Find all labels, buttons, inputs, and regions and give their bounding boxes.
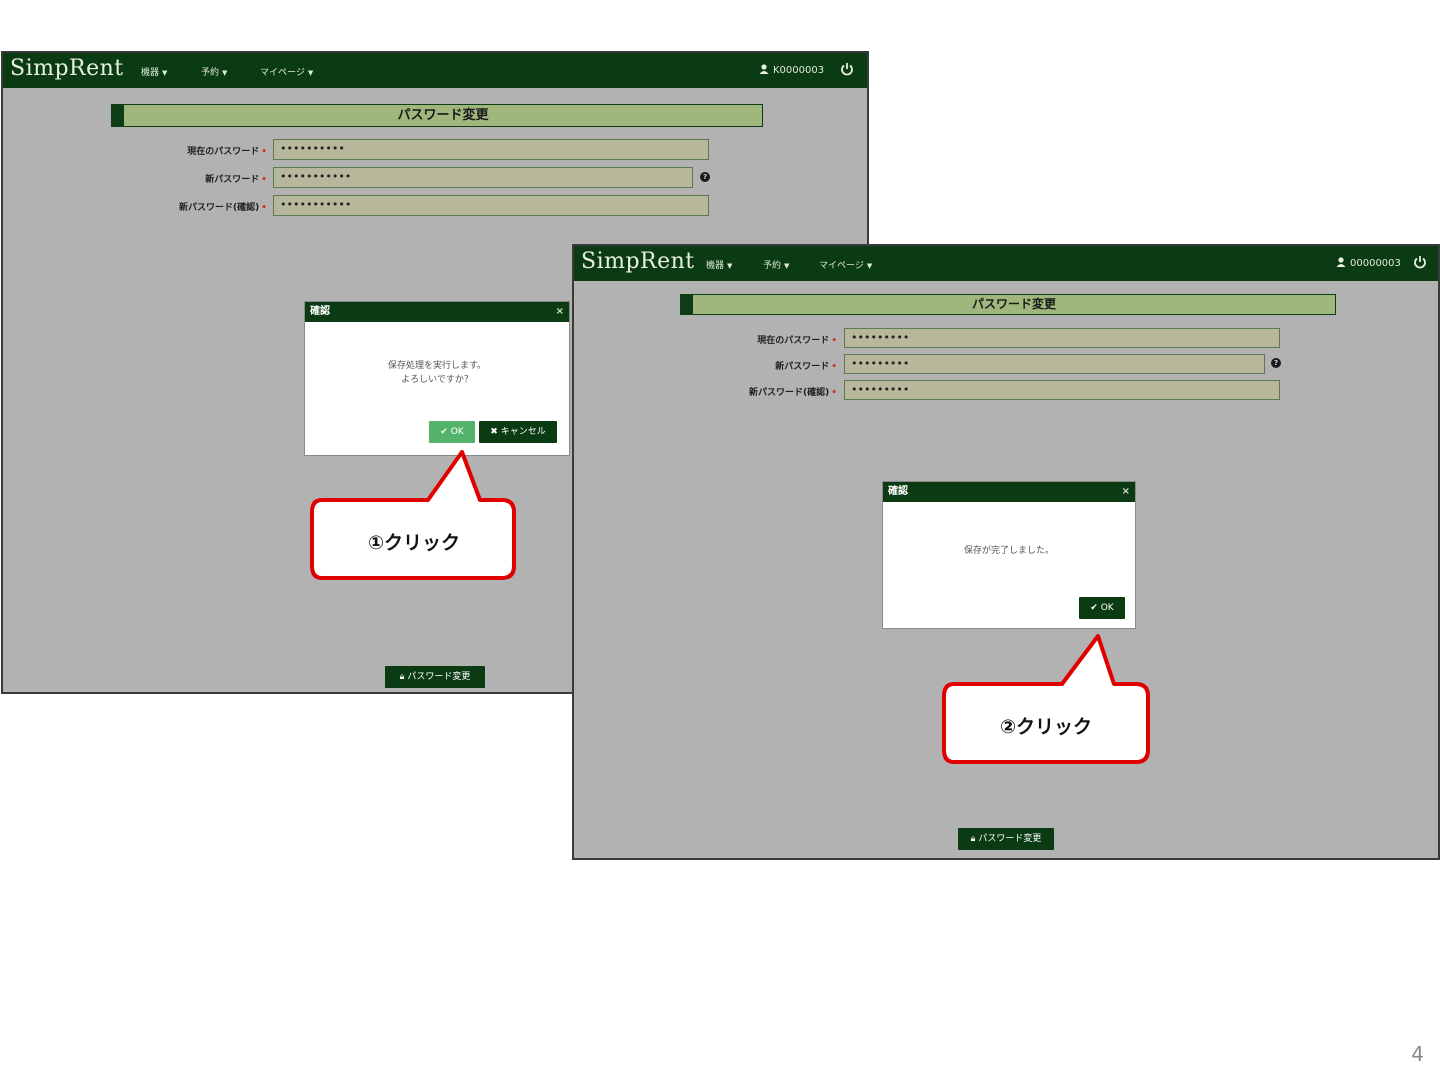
label-current-password: 現在のパスワード • xyxy=(187,147,267,157)
heading-marker xyxy=(681,295,693,314)
new-password-input[interactable]: ••••••••••• xyxy=(273,167,693,188)
brand-logo[interactable]: SimpRent xyxy=(10,56,124,81)
cancel-button[interactable]: ✖ キャンセル xyxy=(479,421,557,443)
check-icon: ✔ xyxy=(1090,603,1098,613)
change-password-button[interactable]: 🔒︎ パスワード変更 xyxy=(385,666,485,688)
label-current-password: 現在のパスワード • xyxy=(757,336,837,346)
navbar: SimpRent 機器 ▼ 予約 ▼ マイページ ▼ 00000003 xyxy=(574,246,1438,281)
dialog-header: 確認 × xyxy=(883,482,1135,502)
dialog-title: 確認 xyxy=(888,486,908,497)
power-icon[interactable] xyxy=(839,61,855,77)
page-title: パスワード変更 xyxy=(971,297,1056,311)
lock-icon: 🔒︎ xyxy=(399,672,405,682)
label-confirm-password: 新パスワード(確認) • xyxy=(179,203,267,213)
new-password-input[interactable]: ••••••••• xyxy=(844,354,1265,374)
page-heading: パスワード変更 xyxy=(680,294,1336,315)
lock-icon: 🔒︎ xyxy=(970,834,976,844)
close-icon[interactable]: × xyxy=(1122,482,1130,502)
confirm-password-input[interactable]: ••••••••• xyxy=(844,380,1280,400)
callout-2-shape xyxy=(942,634,1150,764)
menu-equipment[interactable]: 機器 ▼ xyxy=(706,258,732,271)
menu-equipment[interactable]: 機器 ▼ xyxy=(141,65,167,78)
heading-marker xyxy=(112,105,124,126)
user-icon xyxy=(759,64,769,74)
dialog-header: 確認 × xyxy=(305,302,569,322)
callout-1-shape xyxy=(310,450,516,580)
help-icon[interactable]: ? xyxy=(700,172,710,182)
brand-logo[interactable]: SimpRent xyxy=(581,249,695,274)
user-icon xyxy=(1336,257,1346,267)
user-menu[interactable]: K0000003 xyxy=(759,64,824,76)
dialog-message-1: 保存処理を実行します。 xyxy=(387,361,487,371)
ok-button[interactable]: ✔ OK xyxy=(1079,597,1125,619)
page-heading: パスワード変更 xyxy=(111,104,763,127)
menu-reservation[interactable]: 予約 ▼ xyxy=(763,258,789,271)
menu-mypage[interactable]: マイページ ▼ xyxy=(260,65,313,78)
close-x-icon: ✖ xyxy=(490,427,498,437)
callout-2-text: ②クリック xyxy=(999,716,1093,738)
label-new-password: 新パスワード • xyxy=(775,362,837,372)
menu-mypage[interactable]: マイページ ▼ xyxy=(819,258,872,271)
ok-button[interactable]: ✔ OK xyxy=(429,421,475,443)
confirm-password-input[interactable]: ••••••••••• xyxy=(273,195,709,216)
close-icon[interactable]: × xyxy=(556,302,564,322)
label-new-password: 新パスワード • xyxy=(205,175,267,185)
complete-dialog: 確認 × 保存が完了しました。 ✔ OK xyxy=(882,481,1136,629)
label-confirm-password: 新パスワード(確認) • xyxy=(749,388,837,398)
power-icon[interactable] xyxy=(1412,254,1428,270)
dialog-message: 保存が完了しました。 xyxy=(963,546,1054,556)
confirm-dialog: 確認 × 保存処理を実行します。 よろしいですか？ ✔ OK ✖ キャンセル xyxy=(304,301,570,456)
help-icon[interactable]: ? xyxy=(1271,358,1281,368)
current-password-input[interactable]: ••••••••• xyxy=(844,328,1280,348)
menu-reservation[interactable]: 予約 ▼ xyxy=(201,65,227,78)
page-number: 4 xyxy=(1411,1042,1424,1066)
navbar: SimpRent 機器 ▼ 予約 ▼ マイページ ▼ K0000003 xyxy=(3,53,867,88)
page-title: パスワード変更 xyxy=(397,108,489,123)
dialog-message-2: よろしいですか？ xyxy=(401,375,473,385)
dialog-title: 確認 xyxy=(310,306,330,317)
callout-1-text: ①クリック xyxy=(367,532,461,554)
current-password-input[interactable]: •••••••••• xyxy=(273,139,709,160)
check-icon: ✔ xyxy=(440,427,448,437)
user-menu[interactable]: 00000003 xyxy=(1336,257,1401,269)
change-password-button[interactable]: 🔒︎ パスワード変更 xyxy=(958,828,1054,850)
